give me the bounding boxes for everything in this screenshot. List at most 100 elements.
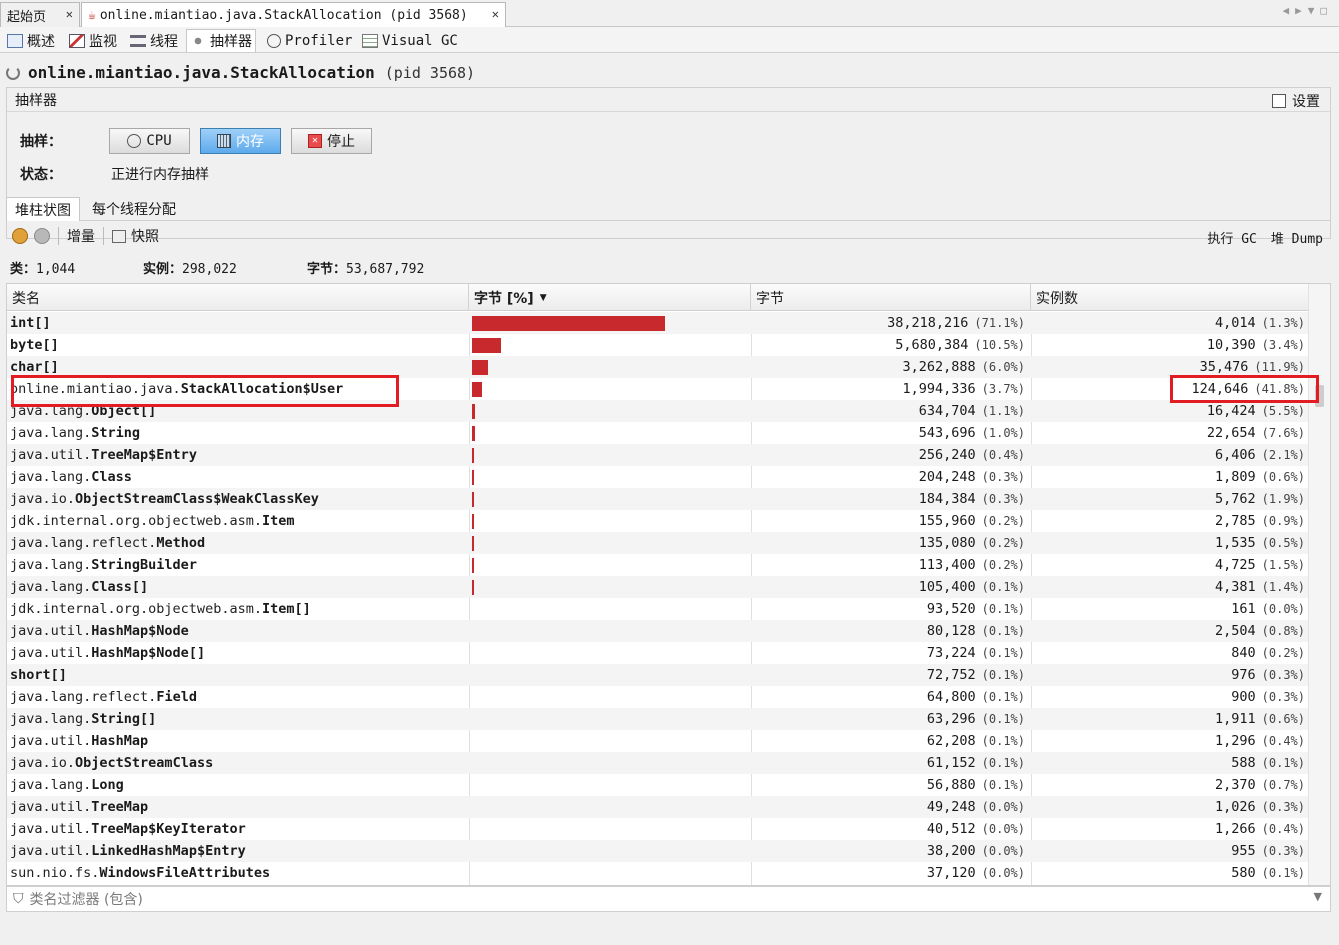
perform-gc-button[interactable]: 执行 GC: [1207, 228, 1256, 247]
bytes-percent: (0.1%): [981, 756, 1025, 770]
bytes-cell: 5,680,384 (10.5%): [751, 334, 1025, 356]
bytes-percent-bar-cell: [472, 334, 750, 356]
table-row[interactable]: int[] 38,218,216 (71.1%) 4,014 (1.3%): [7, 312, 1309, 334]
clock-icon: [127, 134, 142, 148]
sampler-section-label: 抽样器: [15, 93, 57, 109]
table-row[interactable]: java.util. TreeMap$KeyIterator 40,512 (0.0%…: [7, 818, 1309, 840]
app-pid: (pid 3568): [384, 63, 476, 82]
table-row[interactable]: sun.nio.fs. WindowsFileAttributes 37,120 (0…: [7, 862, 1309, 884]
bytes-percent: (0.1%): [981, 646, 1025, 660]
tab-overview[interactable]: 概述: [4, 29, 58, 52]
table-row[interactable]: java.lang. StringBuilder 113,400 (0.2%) 4,72…: [7, 554, 1309, 576]
table-row[interactable]: java.util. HashMap$Node[] 73,224 (0.1%) 840 (…: [7, 642, 1309, 664]
refresh-icon[interactable]: [34, 228, 50, 244]
table-row[interactable]: java.util. HashMap$Node 80,128 (0.1%) 2,504 (…: [7, 620, 1309, 642]
column-bytes-label: 字节: [756, 290, 784, 307]
chevron-down-icon[interactable]: ▼: [1314, 890, 1322, 903]
table-row[interactable]: java.util. TreeMap 49,248 (0.0%) 1,026 (0.3%): [7, 796, 1309, 818]
bytes-percent: (0.1%): [981, 668, 1025, 682]
tab-navigation[interactable]: ◀▶▼□: [1283, 4, 1334, 17]
tab-process[interactable]: ☕ online.miantiao.java.StackAllocation (…: [81, 2, 506, 28]
table-row[interactable]: java.io. ObjectStreamClass$WeakClassKey 18…: [7, 488, 1309, 510]
histogram-tabs: 堆柱状图 每个线程分配: [6, 195, 1331, 221]
table-row[interactable]: jdk.internal.org.objectweb.asm. Item 155,9…: [7, 510, 1309, 532]
settings-toggle[interactable]: 设置: [1272, 91, 1320, 111]
table-row[interactable]: java.lang.reflect. Field 64,800 (0.1%) 900 (0…: [7, 686, 1309, 708]
tab-sampler[interactable]: 抽样器: [186, 29, 256, 52]
class-simple-name: Class: [91, 469, 132, 485]
bytes-percent-bar-cell: [472, 400, 750, 422]
tab-per-thread-allocation[interactable]: 每个线程分配: [84, 197, 184, 221]
instances-percent: (0.5%): [1261, 536, 1305, 550]
cpu-button-label: CPU: [146, 133, 172, 149]
table-row[interactable]: java.util. LinkedHashMap$Entry 38,200 (0.0%…: [7, 840, 1309, 862]
instances-value: 1,809: [1215, 469, 1256, 485]
tab-heap-histogram[interactable]: 堆柱状图: [6, 197, 80, 221]
bytes-percent-bar-cell: [472, 840, 750, 862]
class-name-cell: short[]: [10, 664, 468, 686]
column-class-name[interactable]: 类名: [7, 284, 469, 311]
filter-input[interactable]: 类名过滤器 (包含): [30, 889, 143, 909]
table-row[interactable]: java.lang.reflect. Method 135,080 (0.2%) 1,5…: [7, 532, 1309, 554]
instances-cell: 976 (0.3%): [1031, 664, 1305, 686]
instances-cell: 4,014 (1.3%): [1031, 312, 1305, 334]
heap-dump-button[interactable]: 堆 Dump: [1271, 228, 1323, 247]
class-name-filter[interactable]: ⛉ 类名过滤器 (包含) ▼: [6, 886, 1331, 912]
class-name-cell: java.lang. String: [10, 422, 468, 444]
close-icon[interactable]: ✕: [66, 7, 73, 21]
pause-icon[interactable]: [12, 228, 28, 244]
tab-monitor[interactable]: 监视: [66, 29, 120, 52]
tab-visual-gc[interactable]: Visual GC: [359, 29, 461, 52]
table-row[interactable]: java.util. TreeMap$Entry 256,240 (0.4%) 6,40…: [7, 444, 1309, 466]
bytes-percent: (0.1%): [981, 602, 1025, 616]
column-instances[interactable]: 实例数: [1031, 284, 1309, 311]
table-row[interactable]: java.lang. String[] 63,296 (0.1%) 1,911 (0.6%…: [7, 708, 1309, 730]
tab-sampler-label: 抽样器: [210, 34, 252, 50]
delta-button[interactable]: 增量: [67, 226, 95, 246]
tab-home[interactable]: 起始页 ✕: [0, 2, 80, 27]
bytes-percent-bar-cell: [472, 708, 750, 730]
table-row[interactable]: java.util. HashMap 62,208 (0.1%) 1,296 (0.4%): [7, 730, 1309, 752]
bytes-percent-bar-cell: [472, 378, 750, 400]
bytes-percent-bar-cell: [472, 488, 750, 510]
table-row[interactable]: java.io. ObjectStreamClass 61,152 (0.1%) 588…: [7, 752, 1309, 774]
stop-button[interactable]: ✕ 停止: [291, 128, 372, 154]
tab-profiler[interactable]: Profiler: [264, 29, 355, 52]
table-row[interactable]: java.lang. Class 204,248 (0.3%) 1,809 (0.6%): [7, 466, 1309, 488]
class-name-cell: java.lang.reflect. Method: [10, 532, 468, 554]
table-row[interactable]: jdk.internal.org.objectweb.asm. Item[] 93,…: [7, 598, 1309, 620]
bytes-percent: (0.2%): [981, 514, 1025, 528]
bytes-percent-bar-cell: [472, 466, 750, 488]
tab-threads-label: 线程: [150, 33, 178, 50]
table-row[interactable]: java.lang. Long 56,880 (0.1%) 2,370 (0.7%): [7, 774, 1309, 796]
cpu-button[interactable]: CPU: [109, 128, 190, 154]
settings-checkbox[interactable]: [1272, 94, 1286, 108]
class-simple-name: int[]: [10, 315, 51, 331]
table-row[interactable]: java.lang. String 543,696 (1.0%) 22,654 (7.6%…: [7, 422, 1309, 444]
bytes-percent-bar: [472, 491, 474, 507]
table-row[interactable]: byte[] 5,680,384 (10.5%) 10,390 (3.4%): [7, 334, 1309, 356]
close-icon[interactable]: ✕: [492, 7, 499, 21]
table-row[interactable]: java.lang. Class[] 105,400 (0.1%) 4,381 (1.4%…: [7, 576, 1309, 598]
instances-value: 1,026: [1215, 799, 1256, 815]
bytes-percent: (0.1%): [981, 580, 1025, 594]
tab-threads[interactable]: 线程: [127, 29, 181, 52]
bytes-cell: 40,512 (0.0%): [751, 818, 1025, 840]
bytes-percent: (0.1%): [981, 690, 1025, 704]
view-subtabs: 概述 监视 线程 抽样器 Profiler Visual GC: [0, 27, 1339, 53]
bytes-value: 73,224: [926, 645, 976, 661]
class-name-cell: java.util. LinkedHashMap$Entry: [10, 840, 468, 862]
column-bytes[interactable]: 字节: [751, 284, 1031, 311]
filter-icon: ⛉: [13, 891, 24, 907]
bytes-cell: 1,994,336 (3.7%): [751, 378, 1025, 400]
snapshot-button[interactable]: 快照: [112, 226, 159, 246]
bytes-cell: 63,296 (0.1%): [751, 708, 1025, 730]
bytes-cell: 184,384 (0.3%): [751, 488, 1025, 510]
column-bytes-percent[interactable]: 字节 [%] ▼: [469, 284, 751, 311]
bytes-value: 155,960: [918, 513, 976, 529]
table-row[interactable]: short[] 72,752 (0.1%) 976 (0.3%): [7, 664, 1309, 686]
bytes-percent: (3.7%): [981, 382, 1025, 396]
bytes-value: 634,704: [918, 403, 976, 419]
package-name: java.util.: [10, 645, 92, 661]
memory-button[interactable]: 内存: [200, 128, 281, 154]
